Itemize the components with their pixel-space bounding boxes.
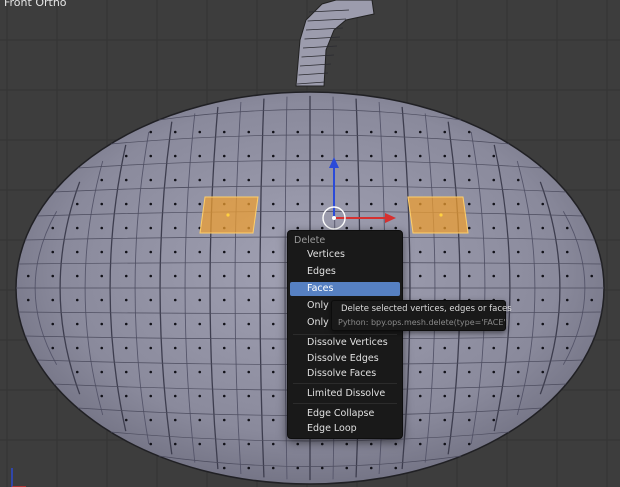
tooltip-python: Python: bpy.ops.mesh.delete(type='FACE') [338,318,509,327]
menu-item-dissolve-faces[interactable]: Dissolve Faces [290,367,400,381]
selected-face-right [407,196,469,234]
menu-item-vertices[interactable]: Vertices [290,248,400,262]
menu-separator [293,403,397,404]
menu-separator [293,383,397,384]
pumpkin-stem [295,0,375,87]
menu-item-edges[interactable]: Edges [290,265,400,279]
menu-separator [293,334,397,335]
corner-axis-gizmo [11,468,26,487]
menu-item-edge-loop[interactable]: Edge Loop [290,422,400,436]
view-label: Front Ortho [4,0,67,9]
menu-item-dissolve-vertices[interactable]: Dissolve Vertices [290,336,400,350]
menu-item-edge-collapse[interactable]: Edge Collapse [290,407,400,421]
menu-item-limited-dissolve[interactable]: Limited Dissolve [290,387,400,401]
menu-item-faces[interactable]: Faces [290,282,400,296]
operator-tooltip: Delete selected vertices, edges or faces… [331,300,512,331]
delete-menu: Delete Vertices Edges Faces Only E Only … [287,230,403,439]
menu-title: Delete [294,235,326,246]
menu-item-dissolve-edges[interactable]: Dissolve Edges [290,352,400,366]
tooltip-description: Delete selected vertices, edges or faces [341,304,512,314]
